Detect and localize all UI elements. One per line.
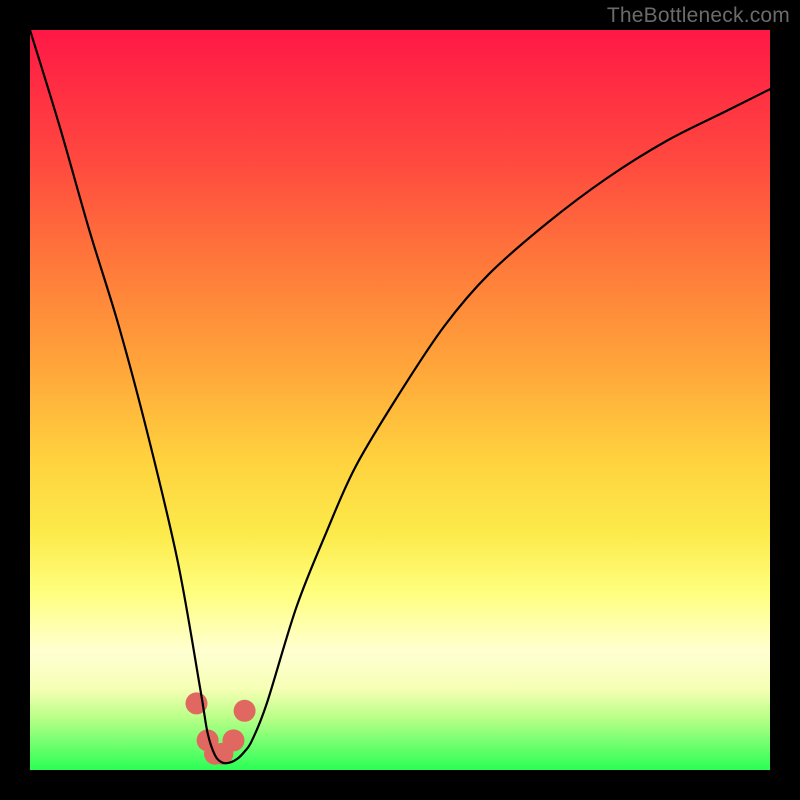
watermark-text: TheBottleneck.com [607,4,790,28]
curve-line [30,30,770,763]
marker-group [186,692,256,764]
valley-marker [234,700,256,722]
chart-svg [30,30,770,770]
valley-marker [223,729,245,751]
chart-frame: TheBottleneck.com [0,0,800,800]
plot-area [30,30,770,770]
